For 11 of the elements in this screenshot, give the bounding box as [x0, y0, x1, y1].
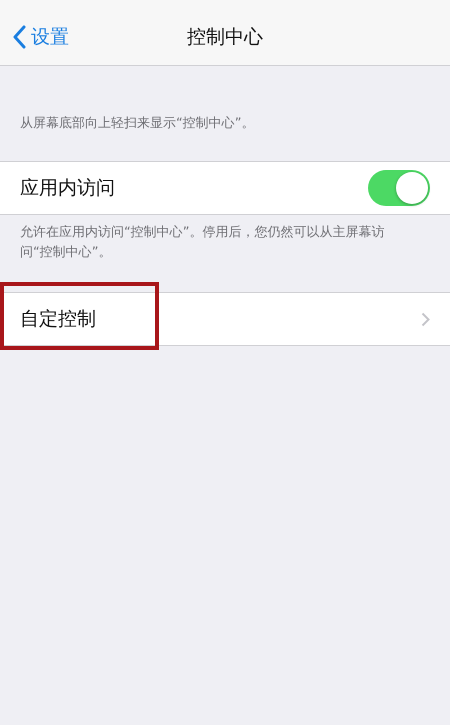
section-note: 允许在应用内访问“控制中心”。停用后，您仍然可以从主屏幕访问“控制中心”。	[19, 224, 386, 262]
settings-row[interactable]: 自定控制	[0, 293, 450, 345]
section-note: 从屏幕底部向上轻扫来显示“控制中心”。	[19, 115, 256, 133]
settings-row[interactable]: 应用内访问	[0, 162, 450, 214]
page-title: 控制中心	[186, 24, 264, 50]
back-button[interactable]: 设置	[0, 24, 69, 50]
row-label: 应用内访问	[20, 176, 115, 201]
chevron-icon	[421, 312, 430, 326]
row-label: 自定控制	[20, 307, 96, 332]
back-chevron-icon	[12, 24, 26, 48]
toggle-switch[interactable]	[368, 170, 430, 206]
